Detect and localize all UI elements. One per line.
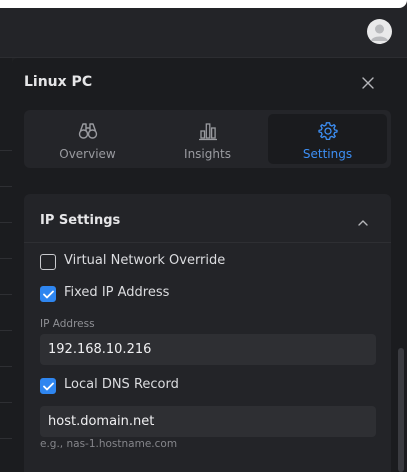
dns-hostname-hint: e.g., nas-1.hostname.com	[40, 438, 178, 450]
tab-overview-label: Overview	[59, 147, 116, 161]
scrollbar-thumb[interactable]	[398, 348, 404, 472]
section-divider	[24, 242, 391, 243]
tab-overview[interactable]: Overview	[28, 114, 147, 164]
checkbox-checked[interactable]	[40, 378, 56, 394]
checkbox-label: Virtual Network Override	[64, 253, 226, 268]
binoculars-icon	[78, 123, 97, 139]
background-list-edge	[0, 58, 12, 472]
checkbox-checked[interactable]	[40, 286, 56, 302]
chevron-up-icon	[358, 220, 368, 226]
section-title: IP Settings	[40, 213, 121, 228]
tab-settings-label: Settings	[302, 147, 353, 161]
dns-hostname-input[interactable]: host.domain.net	[40, 406, 376, 437]
top-bar	[0, 0, 407, 58]
avatar-person-icon	[371, 24, 388, 41]
ip-address-label: IP Address	[40, 318, 95, 330]
bar-chart-icon	[198, 123, 217, 141]
tab-settings[interactable]: Settings	[268, 114, 387, 164]
ip-address-input[interactable]: 192.168.10.216	[40, 334, 376, 365]
close-button[interactable]	[358, 73, 378, 93]
user-avatar[interactable]	[367, 19, 392, 44]
tab-insights[interactable]: Insights	[148, 114, 267, 164]
panel-title: Linux PC	[24, 74, 93, 90]
checkbox-label: Local DNS Record	[64, 377, 179, 392]
collapse-button[interactable]	[356, 215, 370, 229]
checkmark-icon	[43, 290, 54, 299]
window-edge	[0, 0, 407, 8]
close-icon	[362, 77, 374, 89]
tab-insights-label: Insights	[184, 147, 231, 161]
tab-bar: Overview Insights Settings	[24, 110, 391, 168]
gear-icon	[317, 122, 338, 141]
checkbox-unchecked[interactable]	[40, 254, 56, 270]
checkmark-icon	[43, 382, 54, 391]
checkbox-label: Fixed IP Address	[64, 285, 170, 300]
